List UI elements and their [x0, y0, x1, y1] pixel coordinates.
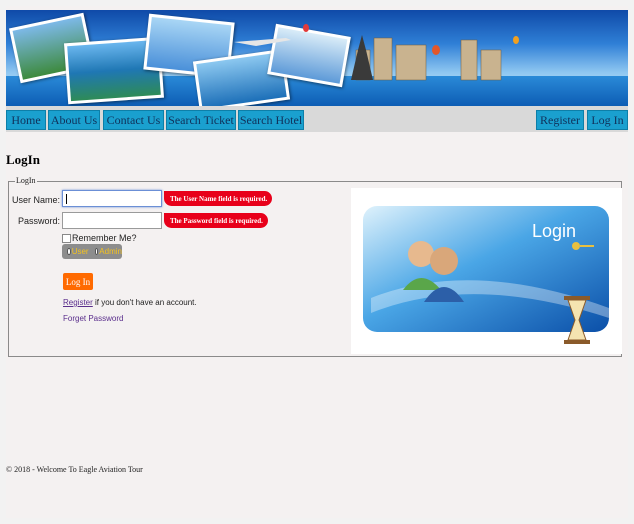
radio-user[interactable]	[67, 248, 71, 255]
nav-home[interactable]: Home	[6, 110, 46, 130]
page-title: LogIn	[6, 152, 40, 167]
nav-log-in[interactable]: Log In	[587, 110, 628, 130]
nav-search-ticket[interactable]: Search Ticket	[166, 110, 236, 130]
nav-bar: Home About Us Contact Us Search Ticket S…	[6, 106, 628, 132]
radio-admin[interactable]	[94, 248, 99, 255]
fieldset-legend: LogIn	[15, 176, 37, 185]
nav-contact-us[interactable]: Contact Us	[103, 110, 164, 130]
login-button[interactable]: Log In	[63, 273, 93, 290]
header-banner	[6, 10, 628, 106]
login-image-caption: Login	[532, 221, 577, 241]
username-label: User Name:	[11, 195, 60, 205]
page: Home About Us Contact Us Search Ticket S…	[6, 6, 628, 518]
role-selector: User Admin	[62, 244, 122, 259]
remember-label: Remember Me?	[72, 233, 137, 243]
radio-admin-label: Admin	[99, 247, 122, 256]
username-error: The User Name field is required.	[164, 191, 273, 206]
footer-text: © 2018 - Welcome To Eagle Aviation Tour	[6, 465, 143, 474]
register-link[interactable]: Register	[63, 298, 93, 307]
password-label: Password:	[17, 216, 60, 226]
nav-register[interactable]: Register	[536, 110, 584, 130]
text-cursor	[66, 194, 67, 204]
register-prompt: Register if you don't have an account.	[63, 298, 197, 307]
register-suffix: if you don't have an account.	[92, 298, 197, 307]
nav-search-hotel[interactable]: Search Hotel	[238, 110, 304, 130]
login-graphic	[363, 206, 609, 344]
radio-user-label: User	[71, 247, 89, 256]
forget-password-link[interactable]: Forget Password	[63, 314, 123, 323]
nav-about-us[interactable]: About Us	[48, 110, 100, 130]
login-illustration: Login	[351, 188, 622, 354]
remember-checkbox[interactable]	[62, 234, 71, 243]
skyline-graphic	[234, 24, 519, 81]
password-input[interactable]	[62, 212, 162, 229]
password-error: The Password field is required.	[164, 213, 268, 228]
username-input[interactable]	[62, 190, 162, 207]
